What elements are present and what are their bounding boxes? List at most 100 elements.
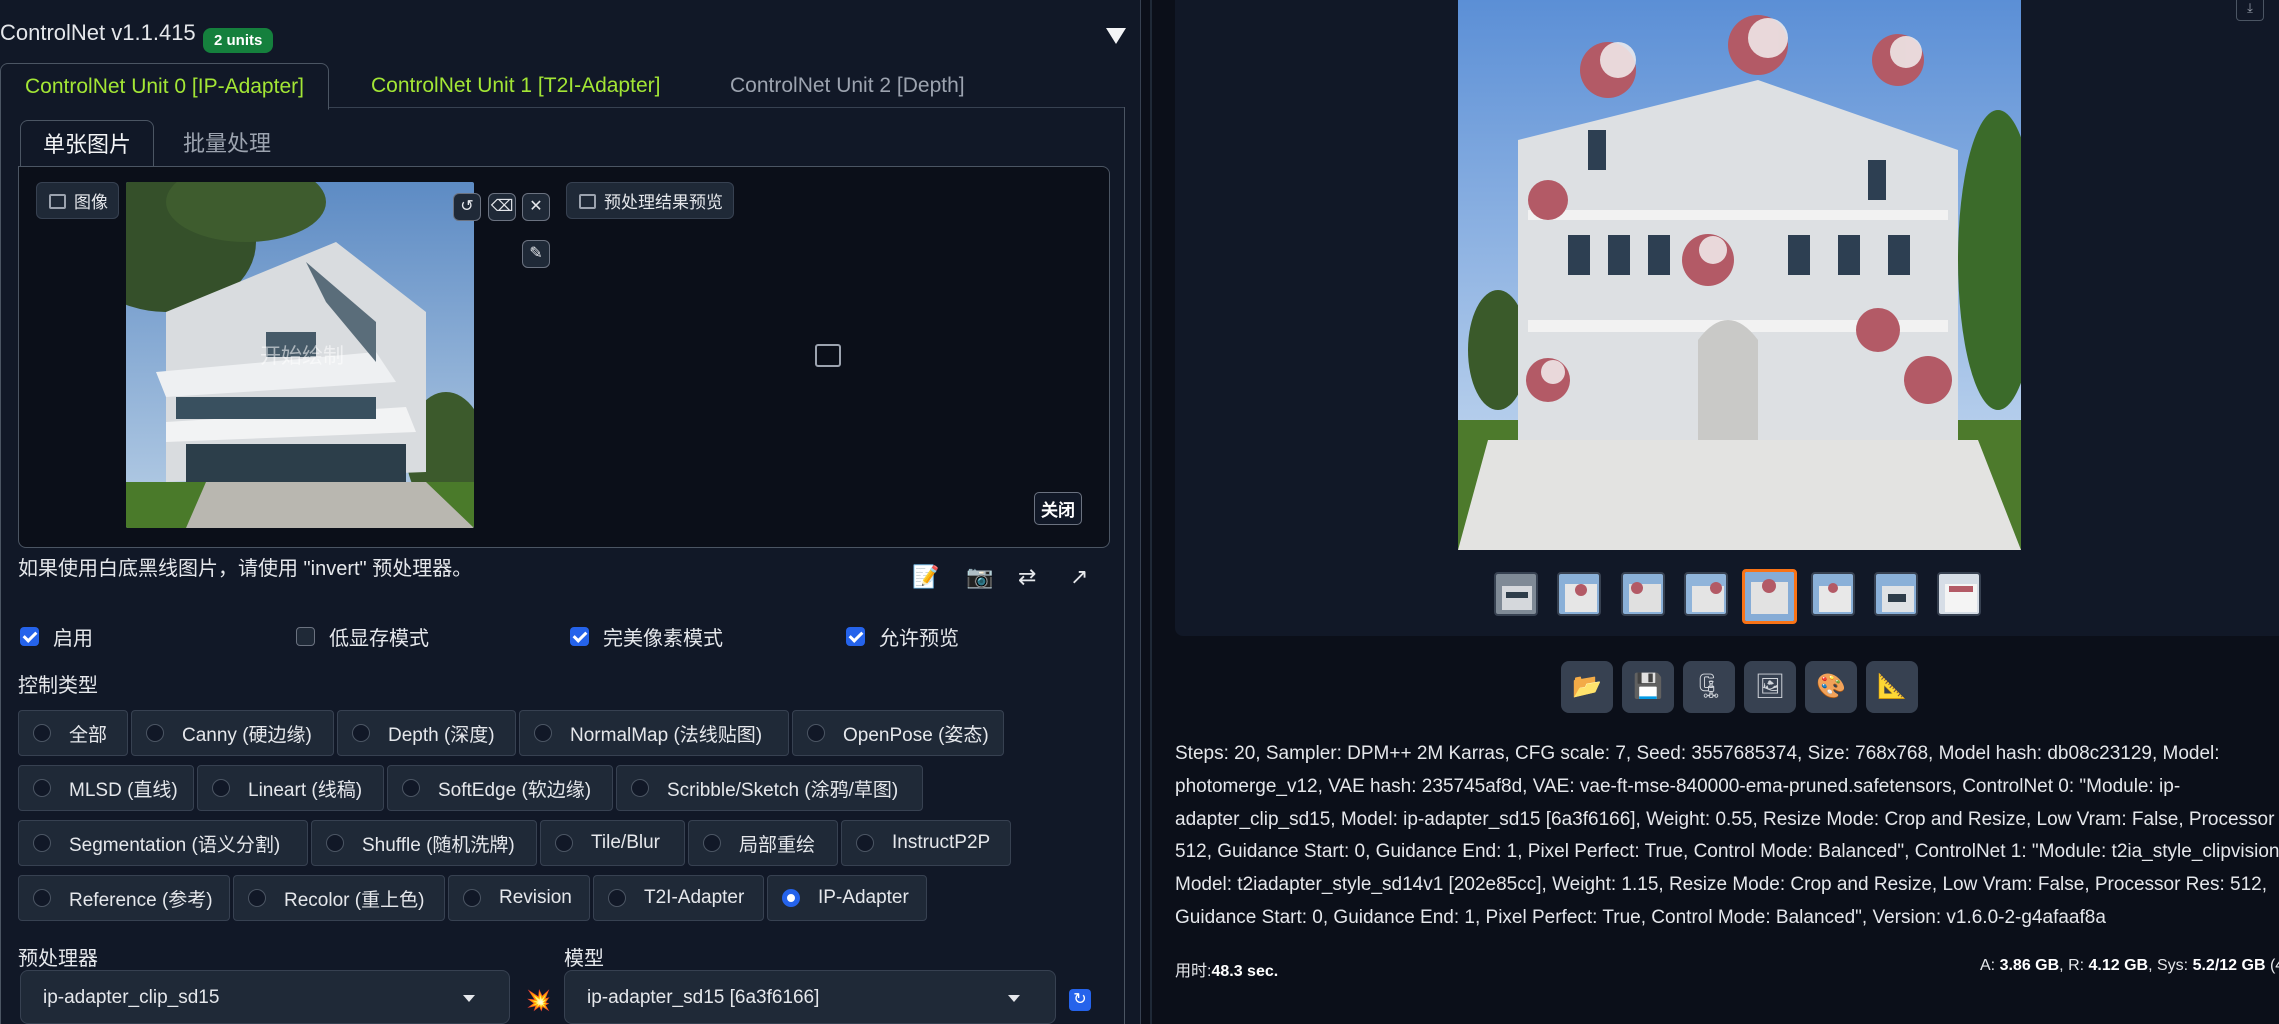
radio-icon[interactable]: [807, 724, 825, 742]
radio-icon[interactable]: [631, 779, 649, 797]
radio-icon[interactable]: [402, 779, 420, 797]
controlnet-header[interactable]: ControlNet v1.1.415 2 units: [0, 10, 1140, 58]
radio-icon[interactable]: [555, 834, 573, 852]
radio-selected-icon[interactable]: [782, 889, 800, 907]
radio-label: Scribble/Sketch (涂鸦/草图): [667, 779, 899, 801]
chevron-down-icon[interactable]: [1008, 995, 1020, 1002]
collapse-arrow-icon[interactable]: [1106, 28, 1126, 44]
control-type-normalmap[interactable]: NormalMap (法线贴图): [519, 710, 789, 756]
control-type-revision[interactable]: Revision: [448, 875, 590, 921]
mem-r-label: R:: [2068, 957, 2085, 974]
radio-icon[interactable]: [33, 779, 51, 797]
checkbox-checked-icon[interactable]: [20, 627, 39, 646]
radio-icon[interactable]: [146, 724, 164, 742]
control-type-softedge[interactable]: SoftEdge (软边缘): [387, 765, 613, 811]
control-type-openpose[interactable]: OpenPose (姿态): [792, 710, 1004, 756]
control-type-instructp2p[interactable]: InstructP2P: [841, 820, 1011, 866]
radio-label: Reference (参考): [69, 889, 213, 911]
control-type-lineart[interactable]: Lineart (线稿): [197, 765, 384, 811]
radio-icon[interactable]: [703, 834, 721, 852]
preprocessor-select[interactable]: ip-adapter_clip_sd15: [20, 970, 510, 1024]
chevron-down-icon[interactable]: [463, 995, 475, 1002]
radio-icon[interactable]: [463, 889, 481, 907]
time-taken: 用时:48.3 sec.: [1175, 957, 1278, 981]
control-type-tile[interactable]: Tile/Blur: [540, 820, 685, 866]
radio-icon[interactable]: [534, 724, 552, 742]
radio-icon[interactable]: [212, 779, 230, 797]
control-type-canny[interactable]: Canny (硬边缘): [131, 710, 334, 756]
radio-icon[interactable]: [608, 889, 626, 907]
brush-icon[interactable]: ✎: [522, 240, 550, 268]
thumbnail[interactable]: [1874, 572, 1918, 616]
tab-batch[interactable]: 批量处理: [161, 120, 293, 166]
time-value: 48.3 sec.: [1211, 963, 1279, 980]
download-icon[interactable]: ⤓: [2236, 0, 2264, 21]
send-icon[interactable]: ↗: [1070, 564, 1088, 590]
control-type-scribble[interactable]: Scribble/Sketch (涂鸦/草图): [616, 765, 923, 811]
input-mode-tabs: 单张图片 批量处理: [20, 120, 1110, 169]
info-line: Steps: 20, Sampler: DPM++ 2M Karras, CFG…: [1175, 743, 2220, 764]
output-image[interactable]: [1458, 0, 2021, 550]
mem-a-label: A:: [1980, 957, 1996, 974]
control-type-segmentation[interactable]: Segmentation (语义分割): [18, 820, 308, 866]
enable-label: 启用: [53, 628, 93, 650]
enable-checkbox[interactable]: 启用: [20, 622, 93, 651]
tab-unit-2[interactable]: ControlNet Unit 2 [Depth]: [706, 63, 989, 107]
memo-icon[interactable]: 📝: [912, 564, 939, 590]
refresh-models-icon[interactable]: ↻: [1069, 989, 1091, 1011]
radio-icon[interactable]: [352, 724, 370, 742]
send-to-inpaint-icon[interactable]: 🎨: [1805, 661, 1857, 713]
radio-label: NormalMap (法线贴图): [570, 724, 763, 746]
allow-preview-checkbox[interactable]: 允许预览: [846, 622, 959, 651]
camera-icon[interactable]: 📷: [966, 564, 993, 590]
low-vram-checkbox[interactable]: 低显存模式: [296, 622, 429, 651]
swap-icon[interactable]: ⇄: [1018, 564, 1036, 590]
radio-icon[interactable]: [33, 724, 51, 742]
tab-single-image[interactable]: 单张图片: [20, 120, 155, 169]
panel-divider[interactable]: [1150, 0, 1152, 1024]
save-icon[interactable]: 💾: [1622, 661, 1674, 713]
radio-icon[interactable]: [33, 889, 51, 907]
radio-icon[interactable]: [33, 834, 51, 852]
thumbnail-selected[interactable]: [1742, 569, 1797, 624]
eraser-icon[interactable]: ⌫: [488, 193, 516, 221]
control-type-inpaint[interactable]: 局部重绘: [688, 820, 838, 866]
control-type-reference[interactable]: Reference (参考): [18, 875, 230, 921]
close-preview-button[interactable]: 关闭: [1034, 492, 1082, 525]
thumbnail[interactable]: [1684, 572, 1728, 616]
control-type-shuffle[interactable]: Shuffle (随机洗牌): [311, 820, 537, 866]
start-drawing-text: 开始绘制: [260, 345, 344, 368]
control-type-depth[interactable]: Depth (深度): [337, 710, 516, 756]
send-to-img2img-icon[interactable]: 🖼: [1744, 661, 1796, 713]
send-to-extras-icon[interactable]: 📐: [1866, 661, 1918, 713]
radio-icon[interactable]: [856, 834, 874, 852]
checkbox-unchecked-icon[interactable]: [296, 627, 315, 646]
control-type-recolor[interactable]: Recolor (重上色): [233, 875, 445, 921]
thumbnail[interactable]: [1557, 572, 1601, 616]
radio-icon[interactable]: [248, 889, 266, 907]
thumbnail[interactable]: [1494, 572, 1538, 616]
info-line: photomerge_v12, VAE hash: 235745af8d, VA…: [1175, 775, 2181, 797]
zip-icon[interactable]: 🗜: [1683, 661, 1735, 713]
thumbnail[interactable]: [1621, 572, 1665, 616]
folder-icon[interactable]: 📂: [1561, 661, 1613, 713]
control-type-t2i-adapter[interactable]: T2I-Adapter: [593, 875, 764, 921]
model-select[interactable]: ip-adapter_sd15 [6a3f6166]: [564, 970, 1056, 1024]
allow-preview-label: 允许预览: [879, 628, 959, 650]
control-type-mlsd[interactable]: MLSD (直线): [18, 765, 194, 811]
close-icon[interactable]: ✕: [522, 193, 550, 221]
undo-icon[interactable]: ↺: [453, 193, 481, 221]
thumbnail[interactable]: [1937, 572, 1981, 616]
control-type-ip-adapter[interactable]: IP-Adapter: [767, 875, 927, 921]
checkbox-checked-icon[interactable]: [846, 627, 865, 646]
tab-unit-1[interactable]: ControlNet Unit 1 [T2I-Adapter]: [347, 63, 684, 107]
mem-sys-value: 5.2/12 GB: [2192, 957, 2266, 974]
radio-icon[interactable]: [326, 834, 344, 852]
run-preprocessor-icon[interactable]: 💥: [526, 988, 551, 1013]
unit-tabs: ControlNet Unit 0 [IP-Adapter] ControlNe…: [0, 63, 1125, 110]
thumbnail[interactable]: [1811, 572, 1855, 616]
checkbox-checked-icon[interactable]: [570, 627, 589, 646]
pixel-perfect-checkbox[interactable]: 完美像素模式: [570, 622, 723, 651]
control-type-all[interactable]: 全部: [18, 710, 128, 756]
tab-unit-0[interactable]: ControlNet Unit 0 [IP-Adapter]: [0, 63, 329, 110]
